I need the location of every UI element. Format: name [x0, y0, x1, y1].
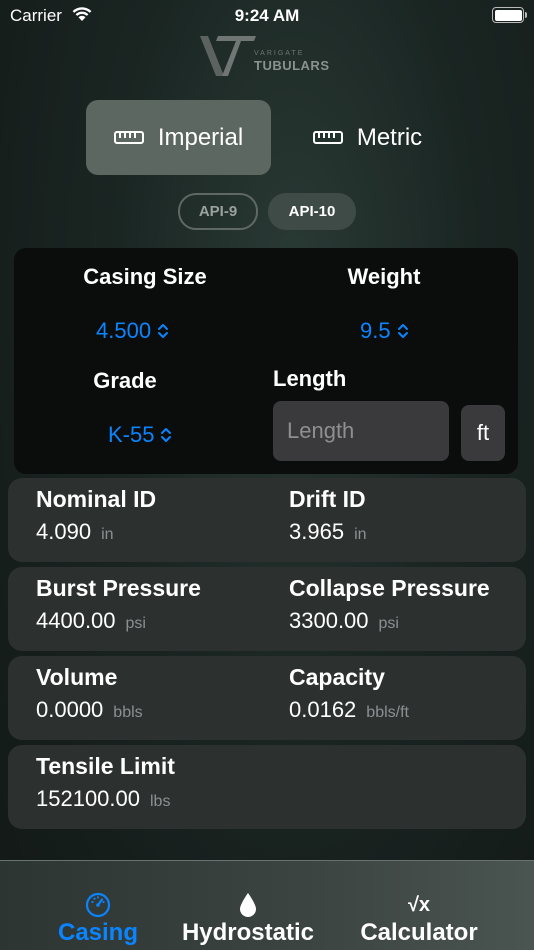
drift-id-label: Drift ID [289, 486, 366, 512]
chevron-up-down-icon [397, 324, 408, 338]
pressure-card: Burst Pressure 4400.00 psi Collapse Press… [8, 567, 526, 651]
volume-card: Volume 0.0000 bbls Capacity 0.0162 bbls/ft [8, 656, 526, 740]
burst-pressure-unit: psi [125, 615, 146, 632]
brand-logo: VARIGATE TUBULARS [198, 30, 338, 82]
burst-pressure-value: 4400.00 [36, 608, 116, 633]
tensile-card: Tensile Limit 152100.00 lbs [8, 745, 526, 829]
api9-button[interactable]: API-9 [178, 193, 258, 230]
volume-value: 0.0000 [36, 697, 104, 722]
chevron-up-down-icon [158, 324, 169, 338]
nominal-id-label: Nominal ID [36, 486, 157, 512]
volume-unit: bbls [113, 704, 143, 721]
status-bar: Carrier 9:24 AM [0, 0, 534, 30]
logo-subtitle: VARIGATE [254, 50, 305, 57]
square-root-glyph: √x [407, 893, 431, 916]
tensile-limit-value: 152100.00 [36, 786, 140, 811]
clock: 9:24 AM [234, 6, 300, 25]
square-root-icon: √x [408, 891, 430, 919]
capacity-label: Capacity [289, 664, 385, 690]
metric-label: Metric [356, 123, 423, 151]
api10-label: API-10 [288, 203, 336, 220]
casing-size-label: Casing Size [83, 264, 207, 289]
weight-label: Weight [347, 264, 421, 289]
gauge-icon [85, 891, 111, 919]
weight-picker[interactable]: 9.5 [360, 318, 409, 344]
tab-bar: Casing Hydrostatic √x Calculator [0, 860, 534, 950]
tab-casing-label: Casing [57, 919, 138, 946]
nominal-id-value: 4.090 [36, 519, 92, 544]
collapse-pressure-value: 3300.00 [289, 608, 369, 633]
logo-title: TUBULARS [254, 58, 330, 73]
length-field[interactable] [273, 401, 449, 461]
casing-size-value: 4.500 [96, 318, 152, 343]
collapse-pressure-unit: psi [378, 615, 399, 632]
length-unit-button[interactable]: ft [461, 405, 505, 461]
grade-value: K-55 [108, 422, 155, 447]
nominal-id-unit: in [101, 526, 114, 543]
casing-input-panel: Casing Size 4.500 Weight 9.5 Grade K-55 … [14, 248, 518, 474]
capacity-unit: bbls/ft [366, 704, 409, 721]
volume-label: Volume [36, 664, 118, 690]
tensile-limit-unit: lbs [150, 793, 171, 810]
collapse-pressure-label: Collapse Pressure [289, 575, 490, 601]
metric-button[interactable]: Metric [290, 100, 445, 175]
tab-hydrostatic[interactable]: Hydrostatic [176, 861, 320, 950]
api9-label: API-9 [198, 203, 238, 220]
weight-value: 9.5 [360, 318, 391, 343]
ruler-icon [113, 131, 144, 144]
drift-id-value: 3.965 [289, 519, 345, 544]
tensile-limit-label: Tensile Limit [36, 753, 175, 779]
drift-id-unit: in [354, 526, 367, 543]
imperial-label: Imperial [157, 123, 244, 151]
length-label: Length [273, 366, 347, 391]
length-unit-label: ft [476, 420, 490, 445]
grade-picker[interactable]: K-55 [108, 422, 172, 448]
chevron-up-down-icon [161, 428, 172, 442]
battery-icon [492, 7, 527, 23]
tab-casing[interactable]: Casing [48, 861, 148, 950]
burst-pressure-label: Burst Pressure [36, 575, 201, 601]
capacity-value: 0.0162 [289, 697, 357, 722]
tab-calculator-label: Calculator [360, 919, 478, 946]
grade-label: Grade [93, 368, 157, 393]
tab-calculator[interactable]: √x Calculator [356, 861, 482, 950]
drop-icon [238, 891, 258, 919]
tab-hydrostatic-label: Hydrostatic [181, 919, 315, 946]
casing-size-picker[interactable]: 4.500 [96, 318, 169, 344]
imperial-button[interactable]: Imperial [86, 100, 271, 175]
ruler-icon [312, 131, 343, 144]
api10-button[interactable]: API-10 [268, 193, 356, 230]
id-card: Nominal ID 4.090 in Drift ID 3.965 in [8, 478, 526, 562]
